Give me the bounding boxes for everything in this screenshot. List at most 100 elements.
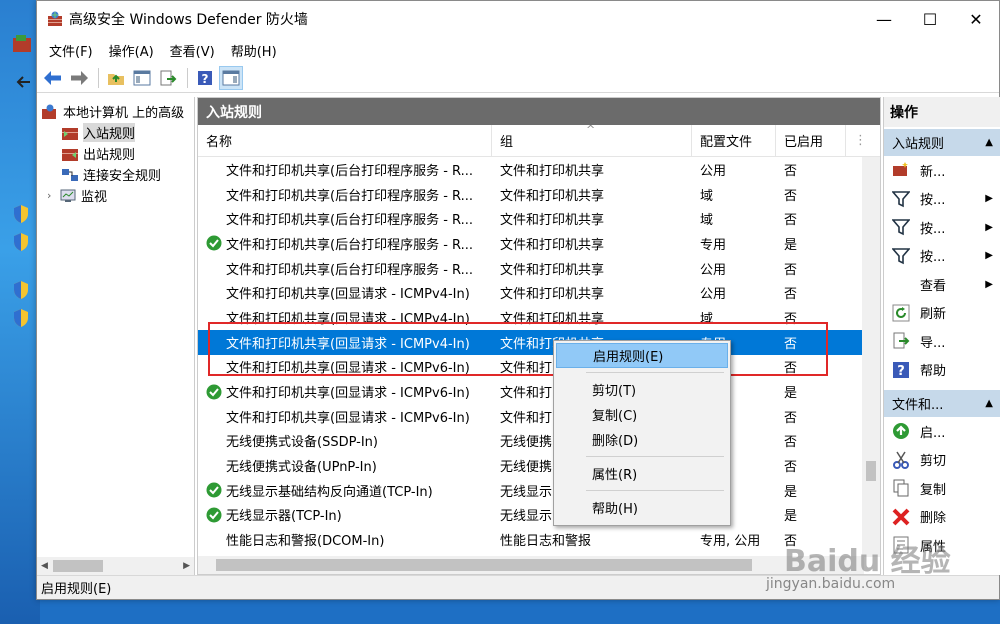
rule-name: 文件和打印机共享(回显请求 - ICMPv6-In) — [226, 361, 470, 377]
submenu-arrow-icon: ▶ — [985, 250, 993, 262]
cut-icon — [893, 451, 909, 469]
collapse-up-icon: ▲ — [985, 398, 993, 409]
scrollbar-thumb[interactable] — [866, 461, 876, 481]
action-item[interactable]: ? 帮助 — [884, 356, 1000, 385]
show-hide-tree-button[interactable] — [130, 66, 154, 90]
rule-profile: 域 — [700, 213, 714, 229]
forward-arrow-icon — [71, 70, 88, 85]
action-item[interactable]: 新... — [884, 156, 1000, 185]
shield-icon[interactable] — [12, 204, 30, 224]
close-button[interactable]: ✕ — [953, 1, 999, 37]
action-item[interactable]: 启... — [884, 417, 1000, 446]
new-rule-icon — [893, 162, 908, 177]
delete-icon — [892, 508, 910, 526]
rule-name: 文件和打印机共享(回显请求 - ICMPv6-In) — [226, 410, 470, 426]
maximize-button[interactable]: ☐ — [907, 1, 953, 37]
table-row[interactable]: 无线显示器(TCP-In) 无线显示是 — [198, 503, 880, 528]
back-arrow-icon[interactable] — [14, 72, 34, 92]
action-item[interactable]: 按... ▶ — [884, 185, 1000, 214]
ctx-properties[interactable]: 属性(R) — [556, 461, 728, 486]
tree-horizontal-scrollbar[interactable]: ◀ ▶ — [37, 557, 194, 575]
actions-section-selected[interactable]: 文件和... ▲ — [884, 390, 1000, 417]
table-row[interactable]: 文件和打印机共享(后台打印程序服务 - R... 文件和打印机共享 公用 否 — [198, 157, 880, 182]
help-button[interactable]: ? — [193, 66, 217, 90]
table-row[interactable]: 文件和打印机共享(后台打印程序服务 - R... 文件和打印机共享 公用 否 — [198, 256, 880, 281]
table-row[interactable]: 文件和打印机共享(回显请求 - ICMPv6-In) 文件和打是 — [198, 379, 880, 404]
ctx-enable-rule[interactable]: 启用规则(E) — [556, 343, 728, 368]
more-columns-icon[interactable]: ⋮ — [846, 125, 867, 157]
shield-icon[interactable] — [12, 232, 30, 252]
table-row[interactable]: 无线便携式设备(UPnP-In) 无线便携否 — [198, 453, 880, 478]
column-enabled[interactable]: 已启用 — [776, 124, 846, 157]
forward-button[interactable] — [67, 66, 91, 90]
table-row[interactable]: 文件和打印机共享(回显请求 - ICMPv4-In) 文件和打印机共享 域 否 — [198, 305, 880, 330]
shield-icon[interactable] — [12, 280, 30, 300]
tree-item-outbound[interactable]: 出站规则 — [37, 143, 194, 164]
export-icon — [893, 332, 910, 349]
minimize-button[interactable]: — — [861, 1, 907, 37]
rule-group: 文件和打印机共享 — [500, 163, 605, 179]
title-bar[interactable]: 高级安全 Windows Defender 防火墙 — ☐ ✕ — [37, 1, 999, 37]
action-item[interactable]: 复制 — [884, 474, 1000, 503]
back-button[interactable] — [41, 66, 65, 90]
vertical-scrollbar[interactable] — [862, 157, 880, 557]
export-list-button[interactable] — [156, 66, 180, 90]
action-item[interactable]: 属性 — [884, 531, 1000, 560]
outbound-rules-icon — [62, 148, 78, 161]
action-item[interactable]: 按... ▶ — [884, 242, 1000, 271]
action-label: 帮助 — [920, 364, 947, 380]
table-row[interactable]: 文件和打印机共享(回显请求 - ICMPv4-In)文件和打印机共享专用否 — [198, 329, 880, 355]
scroll-right-icon[interactable]: ▶ — [183, 561, 190, 571]
horizontal-scrollbar[interactable] — [198, 556, 864, 574]
table-row[interactable]: 性能日志和警报(DCOM-In) 性能日志和警报 专用, 公用 否 — [198, 527, 880, 552]
tree-item-root[interactable]: 本地计算机 上的高级 — [37, 101, 194, 122]
table-row[interactable]: 文件和打印机共享(回显请求 - ICMPv6-In) 文件和打否 — [198, 355, 880, 380]
scrollbar-thumb[interactable] — [53, 560, 103, 572]
show-action-pane-button[interactable] — [219, 65, 243, 90]
table-row[interactable]: 文件和打印机共享(后台打印程序服务 - R... 文件和打印机共享 专用 是 — [198, 231, 880, 256]
tree-item-connection-security[interactable]: 连接安全规则 — [37, 164, 194, 185]
table-row[interactable]: 无线便携式设备(SSDP-In) 无线便携否 — [198, 429, 880, 454]
action-item[interactable]: 查看 ▶ — [884, 270, 1000, 299]
menu-help[interactable]: 帮助(H) — [223, 41, 285, 60]
rule-name-cell: 性能日志和警报(DCOM-In) — [198, 530, 492, 549]
action-item[interactable]: 导... — [884, 327, 1000, 356]
up-folder-button[interactable] — [104, 66, 128, 90]
column-name[interactable]: 名称 — [198, 124, 492, 157]
menu-view[interactable]: 查看(V) — [162, 41, 223, 60]
actions-section-inbound[interactable]: 入站规则 ▲ — [884, 129, 1000, 156]
ctx-copy[interactable]: 复制(C) — [556, 402, 728, 427]
ctx-help[interactable]: 帮助(H) — [556, 495, 728, 520]
ctx-delete[interactable]: 删除(D) — [556, 427, 728, 452]
tree-item-label: 监视 — [81, 190, 108, 205]
rule-profile: 域 — [700, 311, 714, 327]
action-item[interactable]: 按... ▶ — [884, 213, 1000, 242]
expand-chevron-icon[interactable]: › — [47, 189, 59, 202]
desktop-app-icon[interactable] — [12, 34, 32, 54]
column-group[interactable]: 组 ^ — [492, 123, 692, 157]
action-item[interactable]: 删除 — [884, 503, 1000, 532]
menu-file[interactable]: 文件(F) — [41, 41, 101, 60]
scroll-left-icon[interactable]: ◀ — [41, 561, 48, 571]
table-row[interactable]: 文件和打印机共享(后台打印程序服务 - R... 文件和打印机共享 域 否 — [198, 206, 880, 231]
action-item[interactable]: 剪切 — [884, 446, 1000, 475]
scrollbar-thumb[interactable] — [216, 559, 752, 571]
action-label: 按... — [920, 221, 946, 237]
section-label: 入站规则 — [892, 137, 945, 152]
tree-item-inbound[interactable]: 入站规则 — [37, 122, 194, 143]
table-row[interactable]: 文件和打印机共享(回显请求 - ICMPv4-In) 文件和打印机共享 公用 否 — [198, 280, 880, 305]
tree-item-monitoring[interactable]: › 监视 — [37, 185, 194, 206]
table-row[interactable]: 文件和打印机共享(后台打印程序服务 - R... 文件和打印机共享 域 否 — [198, 182, 880, 207]
rule-group: 文件和打印机共享 — [500, 287, 605, 303]
actions-title: 操作 — [884, 97, 1000, 127]
table-row[interactable]: 无线显示基础结构反向通道(TCP-In) 无线显示是 — [198, 478, 880, 503]
rule-name-cell: 文件和打印机共享(回显请求 - ICMPv6-In) — [198, 382, 492, 401]
ctx-cut[interactable]: 剪切(T) — [556, 377, 728, 402]
column-profile[interactable]: 配置文件 — [692, 124, 776, 157]
menu-action[interactable]: 操作(A) — [101, 41, 162, 60]
svg-text:?: ? — [897, 364, 905, 379]
shield-icon[interactable] — [12, 308, 30, 328]
action-label: 导... — [920, 335, 946, 351]
table-row[interactable]: 文件和打印机共享(回显请求 - ICMPv6-In) 文件和打否 — [198, 404, 880, 429]
action-item[interactable]: 刷新 — [884, 299, 1000, 328]
